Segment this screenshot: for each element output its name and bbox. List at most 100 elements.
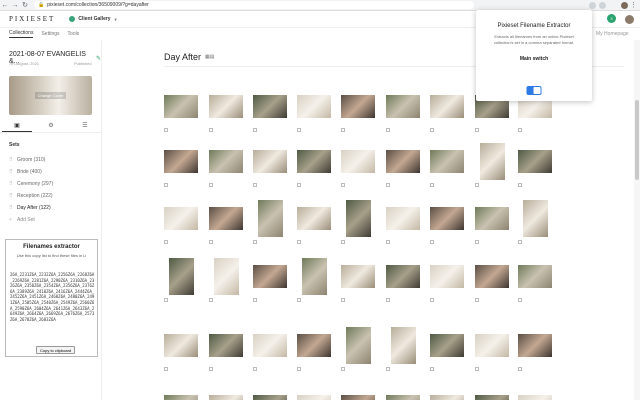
select-checkbox[interactable] (297, 183, 301, 187)
photo-thumbnail[interactable] (518, 265, 552, 288)
select-checkbox[interactable] (209, 298, 213, 302)
grid-view-icon[interactable]: ▦▤ (205, 54, 214, 60)
select-checkbox[interactable] (475, 183, 479, 187)
photo-thumbnail[interactable] (479, 143, 505, 180)
select-checkbox[interactable] (164, 298, 168, 302)
photo-thumbnail[interactable] (253, 265, 287, 288)
photo-thumbnail[interactable] (164, 95, 198, 118)
select-checkbox[interactable] (209, 183, 213, 187)
photo-thumbnail[interactable] (253, 334, 287, 357)
photo-thumbnail[interactable] (209, 95, 243, 118)
tab-collections[interactable]: Collections (9, 30, 34, 38)
photo-thumbnail[interactable] (475, 265, 509, 288)
photo-thumbnail[interactable] (518, 150, 552, 173)
change-cover-button[interactable]: Change Cover (34, 92, 67, 99)
photo-thumbnail[interactable] (253, 95, 287, 118)
avatar[interactable] (625, 15, 634, 24)
address-bar[interactable]: 🔒 pixieset.com/collection/36509009/?g=da… (34, 1, 474, 9)
select-checkbox[interactable] (475, 128, 479, 132)
photo-thumbnail[interactable] (475, 334, 509, 357)
select-checkbox[interactable] (164, 128, 168, 132)
photo-thumbnail[interactable] (301, 258, 327, 295)
photo-thumbnail[interactable] (390, 327, 416, 364)
main-switch-toggle[interactable] (526, 86, 542, 95)
select-checkbox[interactable] (253, 240, 257, 244)
add-set-button[interactable]: + Add Set (9, 214, 94, 226)
photo-thumbnail[interactable] (430, 265, 464, 288)
select-checkbox[interactable] (518, 298, 522, 302)
photo-thumbnail[interactable] (257, 200, 283, 237)
photo-thumbnail[interactable] (168, 258, 194, 295)
photo-thumbnail[interactable] (164, 207, 198, 230)
select-checkbox[interactable] (430, 367, 434, 371)
photo-thumbnail[interactable] (297, 95, 331, 118)
select-checkbox[interactable] (209, 240, 213, 244)
select-checkbox[interactable] (341, 128, 345, 132)
select-checkbox[interactable] (430, 298, 434, 302)
photo-thumbnail[interactable] (430, 95, 464, 118)
select-checkbox[interactable] (209, 367, 213, 371)
select-checkbox[interactable] (475, 298, 479, 302)
drag-handle-icon[interactable]: ⠿ (9, 181, 17, 187)
photo-thumbnail[interactable] (430, 150, 464, 173)
select-checkbox[interactable] (386, 183, 390, 187)
extension-icon[interactable] (589, 2, 596, 9)
select-checkbox[interactable] (386, 240, 390, 244)
photo-thumbnail[interactable] (164, 395, 198, 400)
photo-thumbnail[interactable] (253, 150, 287, 173)
photo-thumbnail[interactable] (297, 150, 331, 173)
select-checkbox[interactable] (297, 298, 301, 302)
photos-icon[interactable]: ▣ (2, 122, 32, 132)
select-checkbox[interactable] (475, 367, 479, 371)
photo-thumbnail[interactable] (386, 95, 420, 118)
scrollbar-thumb[interactable] (635, 100, 639, 180)
select-checkbox[interactable] (297, 367, 301, 371)
photo-thumbnail[interactable] (386, 150, 420, 173)
reload-icon[interactable]: ↻ (20, 0, 30, 11)
select-checkbox[interactable] (253, 367, 257, 371)
browser-menu-icon[interactable]: ⋮ (630, 1, 637, 9)
select-checkbox[interactable] (164, 240, 168, 244)
select-checkbox[interactable] (386, 298, 390, 302)
homepage-link[interactable]: My Homepage (596, 31, 629, 37)
set-item-ceremony[interactable]: ⠿ Ceremony (297) (9, 178, 94, 190)
photo-thumbnail[interactable] (430, 395, 464, 400)
select-checkbox[interactable] (341, 367, 345, 371)
tab-settings[interactable]: Settings (41, 31, 59, 37)
extension-icon[interactable] (599, 2, 606, 9)
cover-image[interactable]: Change Cover (9, 76, 92, 115)
back-icon[interactable]: ← (0, 0, 10, 11)
select-checkbox[interactable] (341, 298, 345, 302)
select-checkbox[interactable] (518, 128, 522, 132)
select-checkbox[interactable] (164, 367, 168, 371)
set-item-reception[interactable]: ⠿ Reception (222) (9, 190, 94, 202)
photo-thumbnail[interactable] (209, 207, 243, 230)
drag-handle-icon[interactable]: ⠿ (9, 169, 17, 175)
photo-thumbnail[interactable] (430, 334, 464, 357)
select-checkbox[interactable] (518, 367, 522, 371)
drag-handle-icon[interactable]: ⠿ (9, 157, 17, 163)
photo-thumbnail[interactable] (475, 207, 509, 230)
select-checkbox[interactable] (518, 183, 522, 187)
photo-thumbnail[interactable] (518, 334, 552, 357)
photo-thumbnail[interactable] (341, 150, 375, 173)
photo-thumbnail[interactable] (253, 395, 287, 400)
forward-icon[interactable]: → (10, 0, 20, 11)
set-item-day-after[interactable]: ⠿ Day After (122) (9, 202, 94, 214)
photo-thumbnail[interactable] (345, 200, 371, 237)
photo-thumbnail[interactable] (297, 207, 331, 230)
select-checkbox[interactable] (297, 240, 301, 244)
edit-pencil-icon[interactable]: ✎ (96, 55, 101, 62)
select-checkbox[interactable] (518, 240, 522, 244)
select-checkbox[interactable] (386, 128, 390, 132)
set-item-groom[interactable]: ⠿ Groom (310) (9, 154, 94, 166)
select-checkbox[interactable] (341, 183, 345, 187)
photo-thumbnail[interactable] (430, 207, 464, 230)
select-checkbox[interactable] (430, 240, 434, 244)
photo-thumbnail[interactable] (213, 258, 239, 295)
profile-icon[interactable] (621, 2, 628, 9)
photo-thumbnail[interactable] (209, 150, 243, 173)
photo-thumbnail[interactable] (341, 265, 375, 288)
select-checkbox[interactable] (297, 128, 301, 132)
copy-to-clipboard-button[interactable]: Copy to clipboard (36, 346, 76, 354)
